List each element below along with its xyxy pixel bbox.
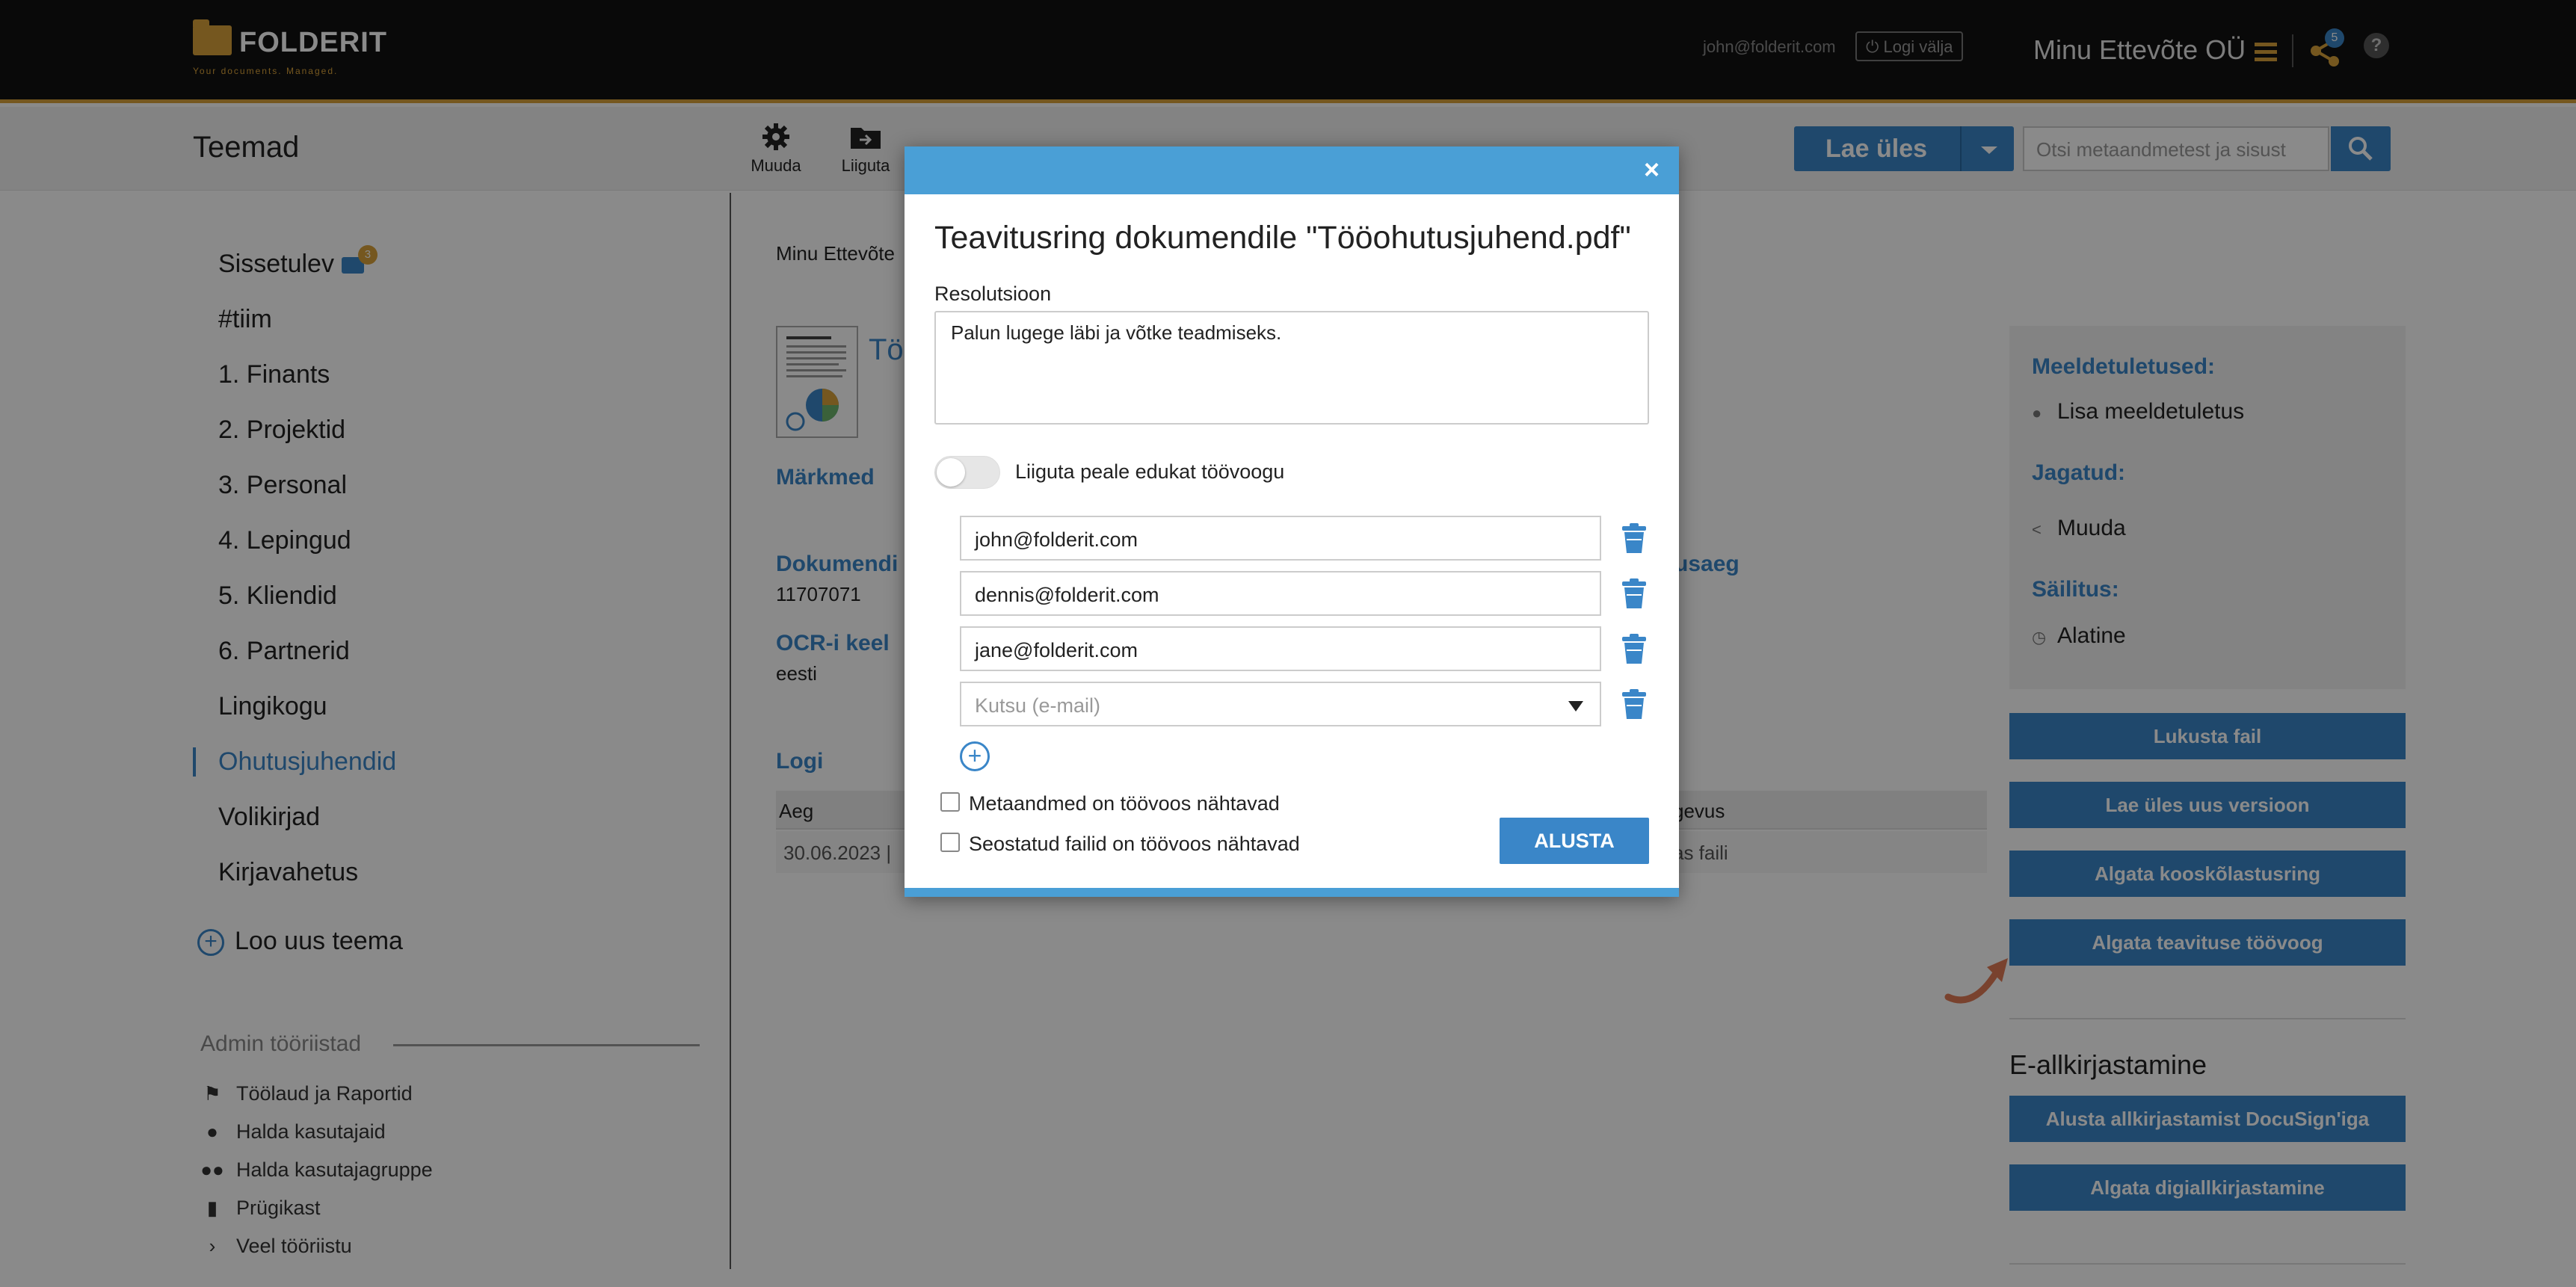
metadata-visible-label: Metaandmed on töövoos nähtavad: [969, 792, 1280, 815]
recipient-email-field[interactable]: john@folderit.com: [960, 516, 1601, 561]
resolution-label: Resolutsioon: [934, 283, 1052, 305]
move-toggle-label: Liiguta peale edukat töövoogu: [1015, 460, 1285, 483]
move-after-workflow-toggle[interactable]: [934, 456, 1000, 489]
toggle-knob: [937, 458, 965, 487]
close-icon[interactable]: ×: [1644, 154, 1660, 185]
chevron-down-icon: [1568, 701, 1583, 712]
notification-workflow-dialog: × Teavitusring dokumendile "Tööohutusjuh…: [905, 146, 1679, 897]
invite-email-select[interactable]: Kutsu (e-mail): [960, 682, 1601, 726]
metadata-visible-checkbox[interactable]: [940, 792, 960, 812]
related-files-visible-checkbox[interactable]: [940, 833, 960, 852]
delete-recipient-icon[interactable]: [1619, 632, 1649, 665]
recipient-email-field[interactable]: jane@folderit.com: [960, 626, 1601, 671]
resolution-textarea[interactable]: Palun lugege läbi ja võtke teadmiseks.: [934, 311, 1649, 425]
add-recipient-button[interactable]: +: [960, 741, 990, 771]
dialog-title: Teavitusring dokumendile "Tööohutusjuhen…: [934, 220, 1631, 256]
recipient-email-field[interactable]: dennis@folderit.com: [960, 571, 1601, 616]
dialog-header: ×: [905, 146, 1679, 194]
dialog-footer-bar: [905, 888, 1679, 897]
related-files-visible-label: Seostatud failid on töövoos nähtavad: [969, 833, 1300, 855]
invite-placeholder: Kutsu (e-mail): [975, 694, 1101, 717]
delete-recipient-icon[interactable]: [1619, 522, 1649, 555]
delete-recipient-icon[interactable]: [1619, 688, 1649, 720]
delete-recipient-icon[interactable]: [1619, 577, 1649, 610]
start-button[interactable]: ALUSTA: [1500, 818, 1649, 864]
